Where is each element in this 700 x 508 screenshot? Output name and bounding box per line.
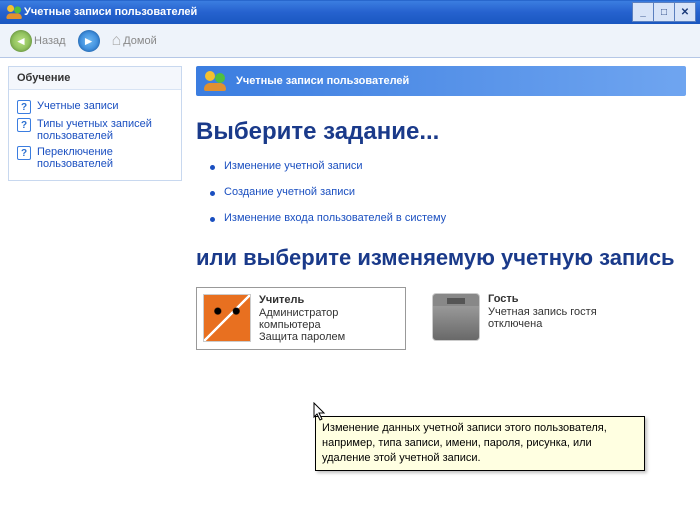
back-icon: ◄	[10, 30, 32, 52]
back-button[interactable]: ◄ Назад	[6, 28, 70, 54]
home-label: Домой	[123, 35, 157, 47]
sidebar-item-account-types[interactable]: ? Типы учетных записей пользователей	[17, 118, 173, 142]
account-info: Гость Учетная запись гостя отключена	[488, 293, 630, 344]
section-title: Учетные записи пользователей	[236, 75, 409, 87]
app-icon	[4, 4, 20, 20]
forward-button[interactable]: ►	[74, 28, 104, 54]
account-tile-teacher[interactable]: Учитель Администратор компьютера Защита …	[196, 287, 406, 350]
window-title: Учетные записи пользователей	[24, 6, 633, 18]
toolbar: ◄ Назад ► ⌂ Домой	[0, 24, 700, 58]
task-create-account[interactable]: Создание учетной записи	[210, 186, 686, 198]
help-icon: ?	[17, 146, 31, 160]
account-protection: Защита паролем	[259, 331, 399, 343]
help-icon: ?	[17, 100, 31, 114]
avatar-suitcase	[432, 293, 480, 341]
sidebar-header: Обучение	[9, 67, 181, 90]
task-change-account[interactable]: Изменение учетной записи	[210, 160, 686, 172]
sidebar-item-label: Переключение пользователей	[37, 146, 173, 170]
sidebar-panel-learning: Обучение ? Учетные записи ? Типы учетных…	[8, 66, 182, 181]
sidebar-item-accounts[interactable]: ? Учетные записи	[17, 100, 173, 114]
users-icon	[204, 71, 228, 91]
minimize-button[interactable]: _	[632, 2, 654, 22]
sidebar: Обучение ? Учетные записи ? Типы учетных…	[0, 58, 190, 508]
home-button[interactable]: ⌂ Домой	[108, 30, 161, 52]
task-list: Изменение учетной записи Создание учетно…	[196, 160, 686, 224]
forward-icon: ►	[78, 30, 100, 52]
subheading: или выберите изменяемую учетную запись	[196, 244, 686, 273]
sidebar-item-label: Типы учетных записей пользователей	[37, 118, 173, 142]
account-name: Учитель	[259, 294, 399, 306]
account-role: Администратор компьютера	[259, 307, 399, 331]
section-header: Учетные записи пользователей	[196, 66, 686, 96]
back-label: Назад	[34, 35, 66, 47]
home-icon: ⌂	[112, 32, 122, 50]
account-status: Учетная запись гостя отключена	[488, 306, 630, 330]
sidebar-item-label: Учетные записи	[37, 100, 119, 112]
tooltip: Изменение данных учетной записи этого по…	[315, 416, 645, 471]
sidebar-item-switch-users[interactable]: ? Переключение пользователей	[17, 146, 173, 170]
help-icon: ?	[17, 118, 31, 132]
account-name: Гость	[488, 293, 630, 305]
titlebar: Учетные записи пользователей _ □ ✕	[0, 0, 700, 24]
account-tile-guest[interactable]: Гость Учетная запись гостя отключена	[426, 287, 636, 350]
window-controls: _ □ ✕	[633, 2, 696, 22]
accounts-list: Учитель Администратор компьютера Защита …	[196, 287, 686, 350]
account-info: Учитель Администратор компьютера Защита …	[259, 294, 399, 343]
maximize-button[interactable]: □	[653, 2, 675, 22]
close-button[interactable]: ✕	[674, 2, 696, 22]
task-change-logon[interactable]: Изменение входа пользователей в систему	[210, 212, 686, 224]
avatar-tiger	[203, 294, 251, 342]
task-heading: Выберите задание...	[196, 118, 686, 146]
